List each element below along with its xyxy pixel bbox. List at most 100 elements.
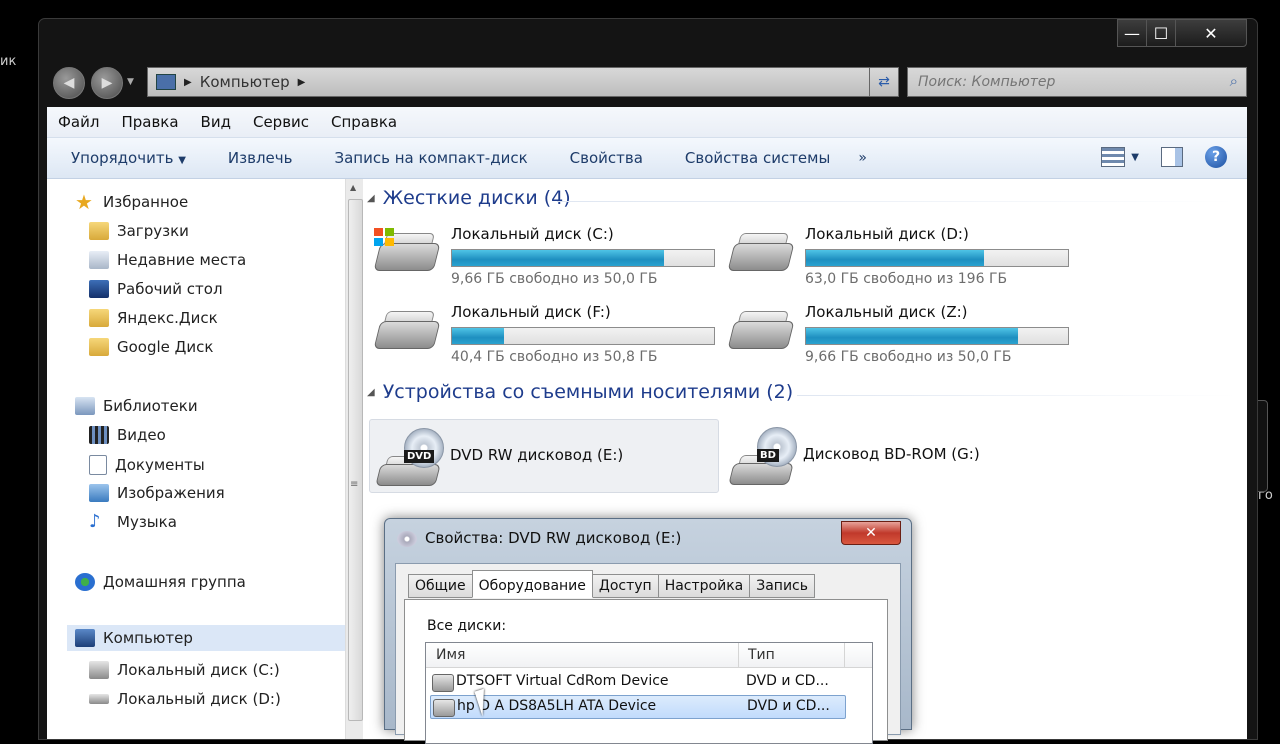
menu-tools[interactable]: Сервис [242,113,320,131]
hard-drive-icon [89,694,109,704]
search-box[interactable]: ⌕ [907,67,1247,97]
tab-hardware[interactable]: Оборудование [471,570,593,598]
nav-google-drive[interactable]: Google Диск [89,338,213,356]
refresh-button[interactable]: ⇄ [869,67,899,97]
drive-name: Локальный диск (C:) [451,225,614,243]
close-button[interactable]: ✕ [1175,19,1247,47]
nav-yandex-disk[interactable]: Яндекс.Диск [89,309,218,327]
drive-free-space: 63,0 ГБ свободно из 196 ГБ [805,271,1008,287]
windows-drive-icon [373,227,441,279]
music-note-icon: ♪ [89,511,101,532]
recent-places-icon [89,251,109,269]
system-properties-button[interactable]: Свойства системы [663,149,850,167]
drive-d[interactable]: Локальный диск (D:) 63,0 ГБ свободно из … [727,219,1069,289]
drive-name: Локальный диск (Z:) [805,303,968,321]
drive-e-dvd[interactable]: DVD DVD RW дисковод (E:) [369,419,719,493]
search-input[interactable] [908,73,1210,91]
search-icon[interactable]: ⌕ [1230,72,1238,90]
nav-images[interactable]: Изображения [89,484,225,502]
hdd-body-shape [373,321,441,349]
history-dropdown-icon[interactable]: ▼ [127,77,134,87]
eject-button[interactable]: Извлечь [206,149,313,167]
tab-general[interactable]: Общие [408,574,473,598]
nav-computer[interactable]: Компьютер [67,625,351,651]
nav-video[interactable]: Видео [89,426,166,444]
scroll-thumb[interactable] [348,199,363,721]
maximize-button[interactable]: ☐ [1146,19,1176,47]
dvd-drive-icon: DVD [374,426,444,486]
nav-music[interactable]: ♪ Музыка [89,511,177,532]
nav-homegroup[interactable]: Домашняя группа [75,573,246,591]
menu-help[interactable]: Справка [320,113,408,131]
drive-f[interactable]: Локальный диск (F:) 40,4 ГБ свободно из … [373,297,715,367]
nav-scrollbar[interactable]: ▲ ≡ [345,179,363,739]
view-icon [1101,147,1126,167]
nav-libraries[interactable]: Библиотеки [75,397,198,415]
back-button[interactable]: ◀ [53,67,85,99]
column-type[interactable]: Тип [748,647,775,663]
group-divider [557,201,1237,202]
caption-buttons: — ☐ ✕ [1117,19,1247,47]
preview-pane-icon[interactable] [1161,147,1183,167]
nav-documents[interactable]: Документы [89,455,205,475]
drive-usage-fill [452,328,505,344]
chevron-down-icon: ▼ [178,155,186,166]
documents-icon [89,455,107,475]
nav-favorites[interactable]: ★ Избранное [75,192,188,212]
burn-button[interactable]: Запись на компакт-диск [312,149,547,167]
drive-usage-fill [806,328,1019,344]
dialog-title: Свойства: DVD RW дисковод (E:) [425,529,682,547]
tab-customize[interactable]: Настройка [657,574,751,598]
folder-icon [89,309,109,327]
column-name[interactable]: Имя [436,647,465,663]
tab-recording[interactable]: Запись [749,574,816,598]
menu-edit[interactable]: Правка [110,113,189,131]
drive-usage-bar [805,249,1069,267]
column-separator[interactable] [844,643,845,667]
windows-logo-icon [374,228,394,246]
group-title: Устройства со съемными носителями (2) [382,381,794,403]
menu-view[interactable]: Вид [190,113,242,131]
drive-g-bdrom[interactable]: BD Дисковод BD-ROM (G:) [723,419,1071,491]
drive-c[interactable]: Локальный диск (C:) 9,66 ГБ свободно из … [373,219,715,289]
more-commands-button[interactable]: » [850,150,867,166]
back-arrow-icon: ◀ [63,75,75,91]
breadcrumb-arrow-icon[interactable]: ▶ [184,77,192,88]
menu-bar: Файл Правка Вид Сервис Справка [47,107,1247,138]
computer-icon [156,74,176,90]
scroll-up-icon[interactable]: ▲ [350,183,356,192]
desktop-text-left: ик [0,54,17,69]
removable-header[interactable]: ◢ Устройства со съемными носителями (2) [367,381,793,403]
dialog-close-button[interactable]: ✕ [841,521,901,545]
change-view-button[interactable]: ▼ [1101,147,1139,167]
nav-downloads[interactable]: Загрузки [89,222,189,240]
nav-recent[interactable]: Недавние места [89,251,246,269]
drive-name: Локальный диск (F:) [451,303,611,321]
minimize-button[interactable]: — [1117,19,1147,47]
nav-disk-c[interactable]: Локальный диск (C:) [89,661,280,679]
drive-free-space: 9,66 ГБ свободно из 50,0 ГБ [451,271,658,287]
help-icon[interactable]: ? [1205,146,1227,168]
hard-drives-header[interactable]: ◢ Жесткие диски (4) [367,187,571,209]
collapse-triangle-icon[interactable]: ◢ [367,193,375,204]
column-separator[interactable] [738,643,739,667]
dialog-tabs: Общие Оборудование Доступ Настройка Запи… [408,570,816,598]
refresh-icon: ⇄ [878,74,890,90]
device-type: DVD и CD... [747,698,830,714]
nav-label: Библиотеки [103,397,198,415]
nav-desktop[interactable]: Рабочий стол [89,280,223,298]
collapse-triangle-icon[interactable]: ◢ [367,387,375,398]
tab-sharing[interactable]: Доступ [591,574,659,598]
organize-button[interactable]: Упорядочить ▼ [47,149,206,167]
nav-disk-d[interactable]: Локальный диск (D:) [89,690,281,708]
forward-button[interactable]: ▶ [91,67,123,99]
nav-label: Google Диск [117,338,214,356]
hard-drive-icon [727,227,795,279]
menu-file[interactable]: Файл [47,113,110,131]
nav-label: Видео [117,426,166,444]
address-bar[interactable]: ▶ Компьютер ▶ ▼ [147,67,889,97]
breadcrumb-arrow-icon[interactable]: ▶ [298,77,306,88]
breadcrumb-computer[interactable]: Компьютер [200,73,290,91]
drive-z[interactable]: Локальный диск (Z:) 9,66 ГБ свободно из … [727,297,1069,367]
properties-button[interactable]: Свойства [548,149,663,167]
